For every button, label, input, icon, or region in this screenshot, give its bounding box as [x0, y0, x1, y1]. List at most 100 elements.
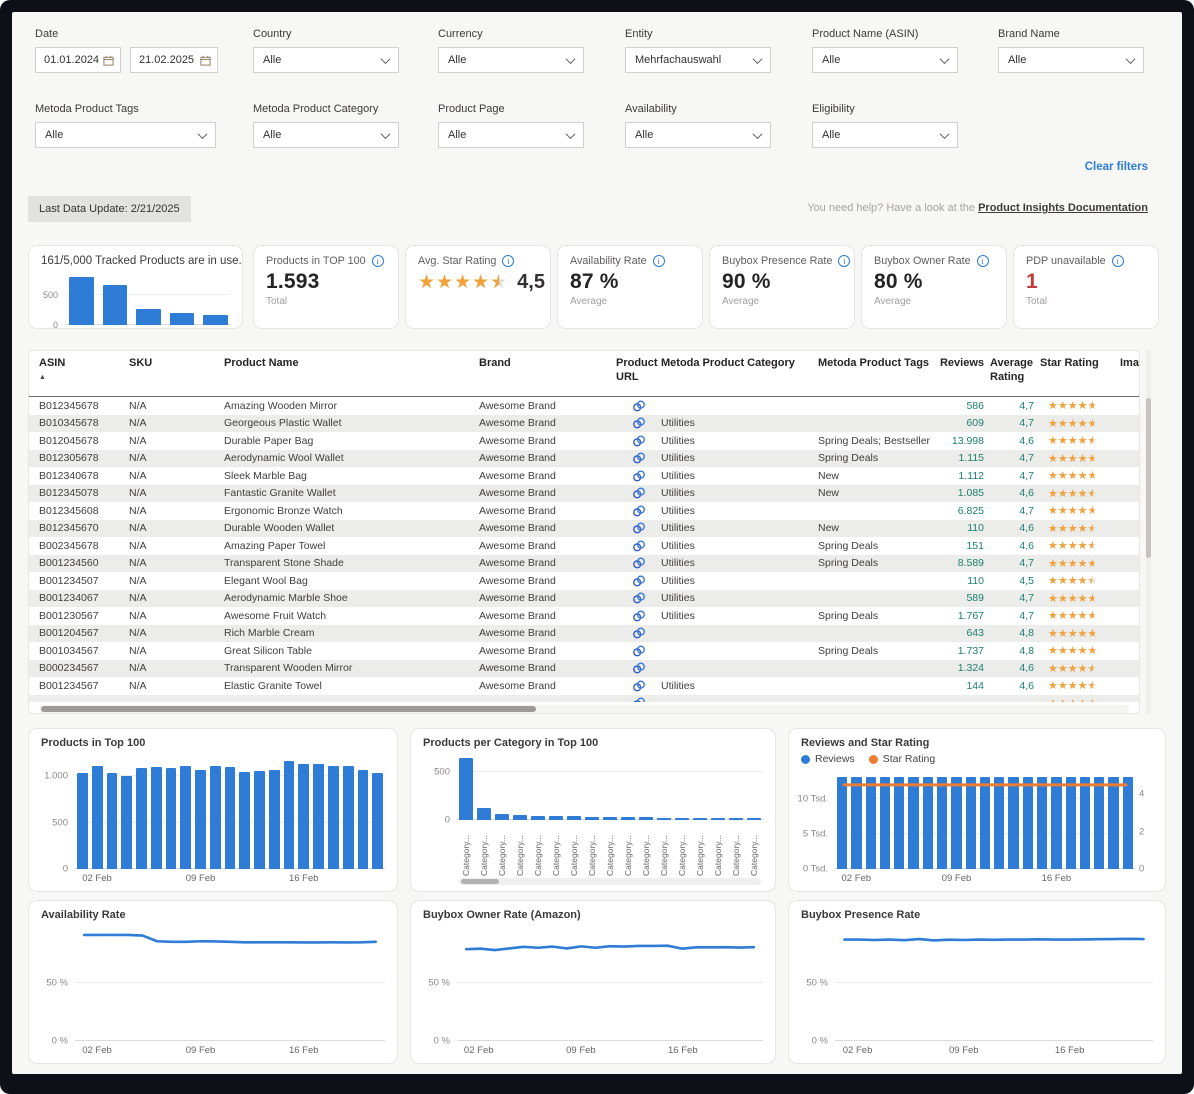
bar[interactable]	[283, 761, 295, 869]
bar[interactable]	[150, 766, 162, 869]
scrollbar-thumb[interactable]	[1146, 398, 1151, 558]
bar[interactable]	[549, 815, 563, 820]
bar[interactable]	[209, 765, 221, 869]
bar[interactable]	[657, 817, 671, 820]
bar[interactable]	[747, 818, 761, 820]
table-row[interactable]: B001034567 N/A Great Silicon Table Aweso…	[29, 642, 1139, 660]
bar[interactable]	[91, 766, 103, 869]
table-row[interactable]: ★★★★★★★★★★	[29, 694, 1139, 702]
bar[interactable]	[254, 771, 265, 869]
bar[interactable]	[239, 772, 251, 869]
filter-dropdown[interactable]: Mehrfachauswahl	[625, 47, 771, 73]
filter-dropdown[interactable]: Alle	[438, 47, 584, 73]
product-link-icon[interactable]	[632, 452, 646, 464]
product-link-icon[interactable]	[632, 522, 646, 534]
bar[interactable]	[675, 817, 689, 820]
table-row[interactable]: B000234567 N/A Transparent Wooden Mirror…	[29, 659, 1139, 677]
bar[interactable]	[106, 772, 118, 869]
table-row[interactable]: B012345670 N/A Durable Wooden Wallet Awe…	[29, 519, 1139, 537]
table-row[interactable]: B012345678 N/A Amazing Wooden Mirror Awe…	[29, 397, 1139, 415]
bar[interactable]	[621, 817, 635, 820]
bar[interactable]	[77, 772, 88, 869]
table-horizontal-scrollbar[interactable]	[39, 705, 1129, 713]
product-link-icon[interactable]	[632, 645, 646, 657]
column-header-reviews[interactable]: Reviews	[938, 357, 990, 371]
bar[interactable]	[169, 313, 195, 325]
filter-dropdown[interactable]: Alle	[253, 47, 399, 73]
column-header-tags[interactable]: Metoda Product Tags	[818, 357, 938, 371]
bar[interactable]	[639, 817, 653, 820]
bar[interactable]	[357, 769, 369, 869]
table-row[interactable]: B012045678 N/A Durable Paper Bag Awesome…	[29, 432, 1139, 450]
bar[interactable]	[136, 768, 147, 869]
bar[interactable]	[477, 807, 491, 820]
info-icon[interactable]: i	[976, 255, 989, 267]
column-header-star-rating[interactable]: Star Rating	[1040, 357, 1120, 371]
column-header-category[interactable]: Metoda Product Category	[661, 357, 818, 371]
product-link-icon[interactable]	[632, 417, 646, 429]
product-link-icon[interactable]	[632, 575, 646, 587]
bar[interactable]	[268, 769, 280, 869]
product-link-icon[interactable]	[632, 540, 646, 552]
filter-dropdown[interactable]: Alle	[812, 122, 958, 148]
bar[interactable]	[729, 818, 743, 820]
table-vertical-scrollbar[interactable]	[1146, 350, 1151, 714]
product-link-icon[interactable]	[632, 662, 646, 674]
table-row[interactable]: B012340678 N/A Sleek Marble Bag Awesome …	[29, 467, 1139, 485]
table-row[interactable]: B001234560 N/A Transparent Stone Shade A…	[29, 554, 1139, 572]
bar[interactable]	[328, 766, 339, 869]
info-icon[interactable]: i	[1111, 255, 1124, 267]
table-row[interactable]: B012345078 N/A Fantastic Granite Wallet …	[29, 484, 1139, 502]
documentation-link[interactable]: Product Insights Documentation	[978, 202, 1148, 214]
table-row[interactable]: B001234567 N/A Elastic Granite Towel Awe…	[29, 677, 1139, 695]
filter-dropdown[interactable]: Alle	[35, 122, 216, 148]
table-row[interactable]: B012345608 N/A Ergonomic Bronze Watch Aw…	[29, 502, 1139, 520]
table-row[interactable]: B012305678 N/A Aerodynamic Wool Wallet A…	[29, 449, 1139, 467]
bar[interactable]	[459, 757, 473, 820]
bar[interactable]	[121, 776, 133, 869]
column-header-image[interactable]: Ima	[1120, 357, 1139, 371]
bar[interactable]	[69, 277, 94, 325]
product-link-icon[interactable]	[632, 697, 646, 702]
clear-filters-link[interactable]: Clear filters	[1085, 161, 1148, 173]
date-from-input[interactable]: 01.01.2024	[35, 47, 121, 73]
bar[interactable]	[603, 817, 617, 820]
legend-item[interactable]: Reviews	[801, 753, 855, 765]
filter-dropdown[interactable]: Alle	[812, 47, 958, 73]
product-link-icon[interactable]	[632, 610, 646, 622]
filter-dropdown[interactable]: Alle	[438, 122, 584, 148]
calendar-icon[interactable]	[103, 55, 114, 66]
bar[interactable]	[693, 818, 707, 820]
bar[interactable]	[298, 763, 310, 869]
product-link-icon[interactable]	[632, 400, 646, 412]
info-icon[interactable]: i	[652, 255, 665, 267]
product-link-icon[interactable]	[632, 627, 646, 639]
scrollbar-thumb[interactable]	[461, 879, 499, 884]
legend-item[interactable]: Star Rating	[868, 753, 935, 765]
table-row[interactable]: B001230567 N/A Awesome Fruit Watch Aweso…	[29, 607, 1139, 625]
bar[interactable]	[195, 769, 206, 869]
bar[interactable]	[513, 814, 527, 820]
product-link-icon[interactable]	[632, 487, 646, 499]
bar[interactable]	[711, 818, 725, 820]
column-header-average-rating[interactable]: Average Rating	[990, 357, 1040, 385]
bar[interactable]	[342, 766, 354, 869]
product-link-icon[interactable]	[632, 435, 646, 447]
bar[interactable]	[495, 814, 509, 820]
column-header-sku[interactable]: SKU	[129, 357, 224, 371]
product-link-icon[interactable]	[632, 592, 646, 604]
chart-horizontal-scrollbar[interactable]	[459, 878, 761, 885]
column-header-brand[interactable]: Brand	[479, 357, 616, 371]
bar[interactable]	[203, 314, 228, 325]
column-header-product-url[interactable]: Product URL	[616, 357, 661, 385]
product-link-icon[interactable]	[632, 557, 646, 569]
column-header-product-name[interactable]: Product Name	[224, 357, 479, 371]
bar[interactable]	[180, 765, 192, 869]
product-link-icon[interactable]	[632, 470, 646, 482]
bar[interactable]	[372, 772, 384, 869]
info-icon[interactable]: i	[502, 255, 515, 267]
bar[interactable]	[313, 763, 325, 869]
scrollbar-thumb[interactable]	[41, 706, 536, 712]
date-to-input[interactable]: 21.02.2025	[130, 47, 218, 73]
bar[interactable]	[102, 285, 128, 325]
